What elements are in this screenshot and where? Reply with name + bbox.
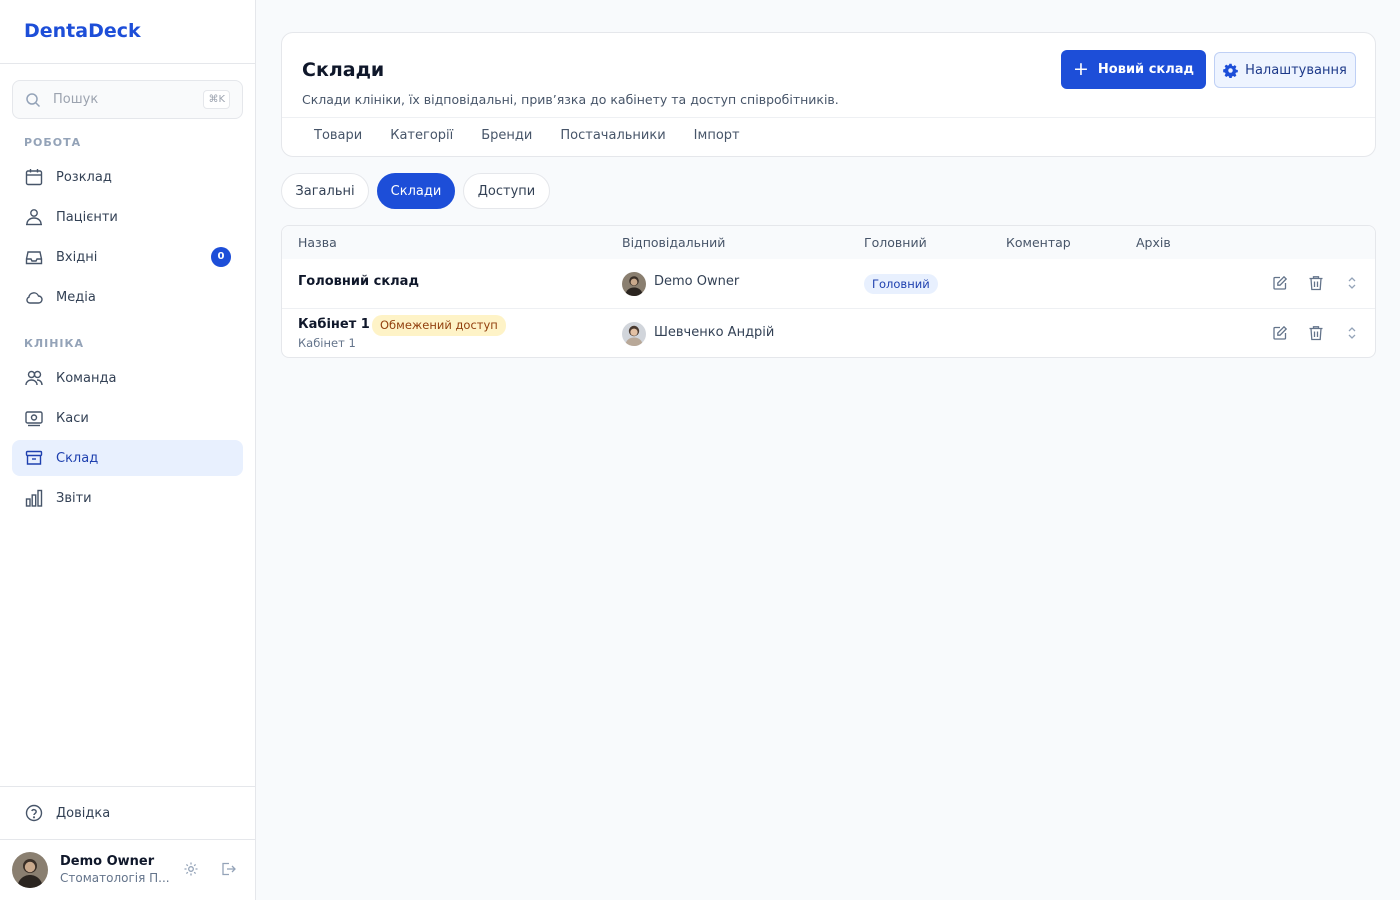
gear-icon <box>1223 63 1238 78</box>
tab-warehouses[interactable]: Склади <box>377 173 455 209</box>
table-header: Назва Відповідальний Головний Коментар А… <box>282 226 1375 259</box>
column-header-main: Головний <box>864 235 927 250</box>
inbox-count-badge: 0 <box>211 247 231 267</box>
settings-button[interactable]: Налаштування <box>1214 52 1356 88</box>
edit-icon[interactable] <box>1272 275 1288 291</box>
sidebar-item-inbox[interactable]: Вхідні 0 <box>12 239 243 275</box>
sidebar-item-media[interactable]: Медіа <box>12 279 243 315</box>
brand-logo[interactable]: DentaDeck <box>0 0 255 64</box>
search-input[interactable]: Пошук ⌘K <box>12 80 243 119</box>
sidebar-item-label: Команда <box>56 370 117 386</box>
sidebar-item-label: Пацієнти <box>56 209 118 225</box>
warehouse-room: Кабінет 1 <box>298 336 356 350</box>
sidebar-item-label: Довідка <box>56 805 111 821</box>
sidebar-item-label: Каси <box>56 410 89 426</box>
bar-chart-icon <box>24 488 44 508</box>
cash-register-icon <box>24 408 44 428</box>
sidebar-item-patients[interactable]: Пацієнти <box>12 199 243 235</box>
inventory-subnav: Товари Категорії Бренди Постачальники Ім… <box>302 118 756 156</box>
warehouse-name: Кабінет 1 <box>298 317 370 332</box>
edit-icon[interactable] <box>1272 325 1288 341</box>
sidebar-item-reports[interactable]: Звіти <box>12 480 243 516</box>
table-row[interactable]: Кабінет 1 Обмежений доступ Кабінет 1 Шев… <box>282 309 1375 357</box>
warehouses-table: Назва Відповідальний Головний Коментар А… <box>281 225 1376 358</box>
team-icon <box>24 368 44 388</box>
settings-label: Налаштування <box>1245 62 1347 78</box>
chevron-up-down-icon[interactable] <box>1344 275 1360 291</box>
column-header-comment: Коментар <box>1006 235 1071 250</box>
search-icon <box>26 93 41 108</box>
search-placeholder: Пошук <box>53 92 99 107</box>
responsible-person: Шевченко Андрій <box>654 325 775 340</box>
user-organization: Стоматологія П... <box>60 871 170 885</box>
subnav-suppliers[interactable]: Постачальники <box>548 118 679 156</box>
cloud-icon <box>24 287 44 307</box>
trash-icon[interactable] <box>1308 275 1324 291</box>
sidebar-item-cash[interactable]: Каси <box>12 400 243 436</box>
subnav-categories[interactable]: Категорії <box>378 118 467 156</box>
avatar <box>622 322 646 346</box>
sidebar-item-label: Медіа <box>56 289 96 305</box>
avatar[interactable] <box>12 852 48 888</box>
trash-icon[interactable] <box>1308 325 1324 341</box>
divider <box>0 786 256 787</box>
new-warehouse-label: Новий склад <box>1097 62 1195 77</box>
sidebar-item-label: Звіти <box>56 490 92 506</box>
tab-general[interactable]: Загальні <box>281 173 369 209</box>
table-row[interactable]: Головний склад Demo Owner Головний <box>282 259 1375 309</box>
user-name: Demo Owner <box>60 854 155 869</box>
restricted-access-badge: Обмежений доступ <box>372 315 506 336</box>
subnav-products[interactable]: Товари <box>302 118 376 156</box>
sidebar-item-label: Розклад <box>56 169 112 185</box>
plus-icon: + <box>1072 58 1089 80</box>
sidebar-item-schedule[interactable]: Розклад <box>12 159 243 195</box>
inbox-icon <box>24 247 44 267</box>
sidebar: DentaDeck Пошук ⌘K РОБОТА Розклад Пацієн… <box>0 0 256 900</box>
sidebar-item-label: Вхідні <box>56 249 98 265</box>
column-header-name: Назва <box>298 235 337 250</box>
sidebar-item-label: Склад <box>56 450 99 466</box>
section-label-clinic: КЛІНІКА <box>24 337 85 350</box>
sidebar-item-team[interactable]: Команда <box>12 360 243 396</box>
new-warehouse-button[interactable]: + Новий склад <box>1061 50 1206 89</box>
sidebar-item-help[interactable]: Довідка <box>12 795 243 831</box>
chevron-up-down-icon[interactable] <box>1344 325 1360 341</box>
column-header-archive: Архів <box>1136 235 1171 250</box>
search-shortcut: ⌘K <box>203 90 230 109</box>
logout-icon[interactable] <box>220 861 236 877</box>
divider <box>0 839 256 840</box>
avatar <box>622 272 646 296</box>
calendar-icon <box>24 167 44 187</box>
sidebar-item-warehouse[interactable]: Склад <box>12 440 243 476</box>
page-subtitle: Склади клініки, їх відповідальні, прив’я… <box>302 92 839 107</box>
main-warehouse-badge: Головний <box>864 274 938 294</box>
page-header-card: Склади Склади клініки, їх відповідальні,… <box>281 32 1376 157</box>
help-circle-icon <box>24 803 44 823</box>
archive-box-icon <box>24 448 44 468</box>
column-header-responsible: Відповідальний <box>622 235 726 250</box>
page-title: Склади <box>302 59 385 81</box>
responsible-person: Demo Owner <box>654 274 740 289</box>
warehouse-name: Головний склад <box>298 274 419 289</box>
subnav-import[interactable]: Імпорт <box>682 118 754 156</box>
section-label-work: РОБОТА <box>24 136 82 149</box>
tab-access[interactable]: Доступи <box>463 173 550 209</box>
subnav-brands[interactable]: Бренди <box>469 118 546 156</box>
settings-gear-icon[interactable] <box>183 861 199 877</box>
patients-icon <box>24 207 44 227</box>
